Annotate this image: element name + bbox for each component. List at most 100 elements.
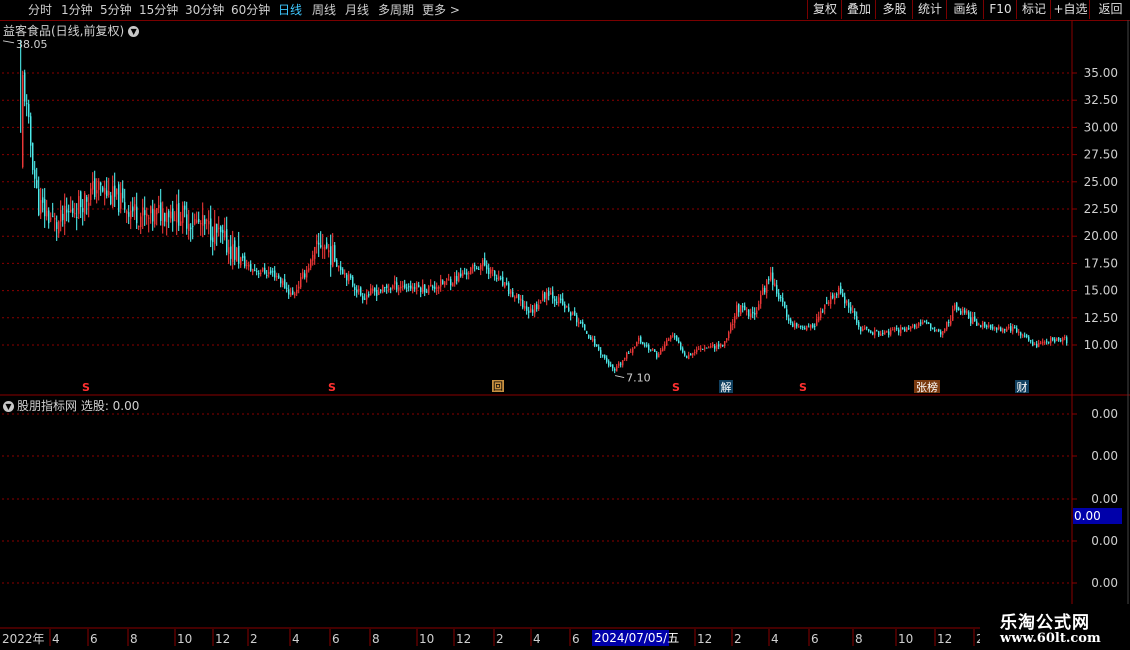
candle-body — [922, 322, 924, 324]
candle-body — [1012, 326, 1014, 332]
candle-body — [136, 206, 138, 224]
candle-body — [204, 219, 206, 225]
candle-body — [650, 349, 652, 351]
candle-body — [380, 289, 382, 292]
candle-body — [378, 291, 380, 296]
candle-body — [318, 242, 320, 245]
candle-body — [264, 267, 266, 274]
candle-body — [172, 208, 174, 222]
candle-body — [174, 220, 176, 222]
y-tick-label: 30.00 — [1084, 120, 1118, 134]
candle-body — [86, 197, 88, 202]
candle-body — [662, 348, 664, 352]
candle-body — [746, 310, 748, 312]
candle-body — [1034, 344, 1036, 346]
candle-body — [344, 273, 346, 275]
candle-body — [698, 348, 700, 350]
candle-body — [1040, 342, 1042, 344]
candle-body — [464, 273, 466, 275]
candle-body — [240, 257, 242, 266]
date-axis-year-label: 2022年 — [2, 632, 45, 646]
candle-body — [82, 208, 84, 213]
candle-body — [888, 331, 890, 335]
candle-body — [760, 295, 762, 304]
candle-body — [394, 281, 396, 285]
candle-body — [114, 185, 116, 197]
candle-body — [800, 325, 802, 328]
date-tick-label: 6 — [572, 632, 580, 646]
candle-body — [212, 237, 214, 242]
candle-body — [32, 142, 34, 170]
candle-body — [546, 292, 548, 300]
candle-body — [144, 210, 146, 215]
price-annotations: 38.05 7.10 — [2, 38, 651, 385]
candle-body — [930, 323, 932, 329]
candle-body — [486, 265, 488, 270]
date-tick-label: 10 — [898, 632, 913, 646]
candle-body — [280, 277, 282, 284]
candle-body — [284, 279, 286, 289]
candle-body — [122, 188, 124, 199]
candle-body — [962, 309, 964, 313]
candle-body — [864, 327, 866, 330]
candle-body — [484, 258, 486, 266]
candle-body — [324, 246, 326, 250]
candle-body — [116, 188, 118, 195]
candle-body — [554, 298, 556, 302]
candle-body — [1058, 337, 1060, 341]
candle-body — [120, 192, 122, 209]
candle-body — [252, 269, 254, 273]
candle-body — [162, 208, 164, 226]
candle-body — [420, 287, 422, 292]
candle-body — [916, 326, 918, 329]
candle-body — [884, 331, 886, 335]
candle-body — [956, 302, 958, 311]
candle-body — [406, 287, 408, 289]
candle-body — [678, 340, 680, 343]
candle-body — [148, 217, 150, 219]
candle-body — [276, 276, 278, 278]
candle-body — [42, 197, 44, 203]
candle-body — [1054, 339, 1056, 342]
candle-body — [790, 319, 792, 323]
y-tick-label: 12.50 — [1084, 311, 1118, 325]
candle-body — [652, 349, 654, 351]
candle-body — [536, 304, 538, 310]
candle-body — [878, 331, 880, 336]
candle-body — [538, 304, 540, 310]
candle-body — [104, 188, 106, 195]
candle-body — [132, 206, 134, 212]
candle-body — [616, 366, 618, 372]
candle-body — [208, 221, 210, 225]
candle-body — [182, 205, 184, 223]
candle-body — [300, 277, 302, 288]
candle-body — [282, 280, 284, 285]
candle-body — [870, 330, 872, 334]
candle-body — [346, 274, 348, 281]
y-tick-label: 10.00 — [1084, 338, 1118, 352]
candle-body — [474, 264, 476, 267]
candle-body — [734, 316, 736, 323]
candle-body — [1048, 341, 1050, 343]
candle-body — [666, 340, 668, 346]
candle-body — [366, 294, 368, 300]
candle-body — [108, 190, 110, 195]
candle-body — [196, 220, 198, 223]
candle-body — [310, 259, 312, 268]
candle-body — [438, 286, 440, 289]
candle-body — [510, 290, 512, 294]
candle-body — [170, 211, 172, 219]
candle-body — [756, 310, 758, 315]
candle-body — [618, 363, 620, 366]
candle-body — [602, 354, 604, 356]
candle-body — [604, 355, 606, 359]
candle-body — [688, 354, 690, 360]
candle-body — [634, 346, 636, 348]
candle-body — [152, 209, 154, 222]
candle-body — [958, 308, 960, 311]
candle-body — [578, 322, 580, 324]
candle-body — [440, 279, 442, 287]
candle-body — [842, 293, 844, 297]
candle-body — [920, 322, 922, 324]
candle-body — [764, 287, 766, 293]
